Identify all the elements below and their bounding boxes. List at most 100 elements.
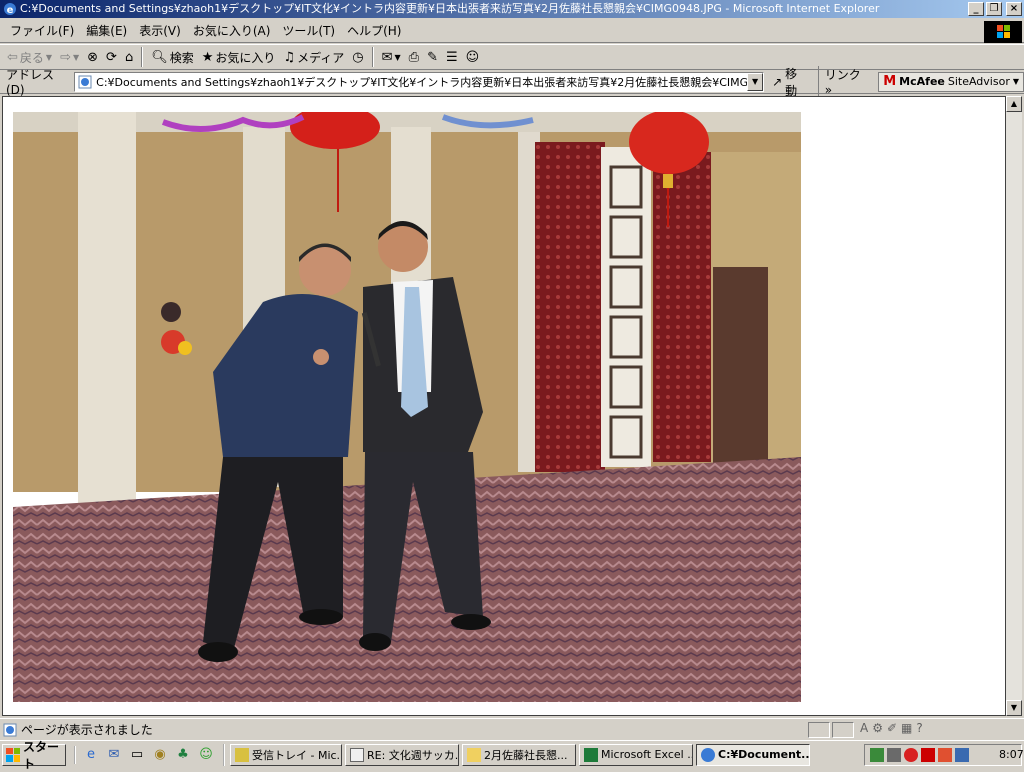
svg-text:e: e [7, 5, 14, 16]
security-icon[interactable] [904, 748, 918, 762]
desktop-quicklaunch-icon[interactable]: ▭ [128, 746, 146, 764]
messenger-quicklaunch-icon[interactable]: ☺ [197, 746, 215, 764]
go-label: 移動 [785, 66, 798, 98]
ie-page-icon [78, 75, 92, 88]
network-icon[interactable] [870, 748, 884, 762]
standard-toolbar: ⇦ 戻る ▼ ⇨ ▼ ⊗ ⟳ ⌂ 🔍︎ 検索 ★ お気に入り ♫ メディア ◷ … [0, 44, 1024, 70]
edit-button[interactable]: ✎ [424, 46, 441, 68]
task-label: C:¥Document... [718, 748, 810, 761]
edit-icon: ✎ [427, 49, 438, 65]
mail-button[interactable]: ✉ ▼ [379, 46, 404, 68]
discuss-button[interactable]: ☰ [443, 46, 461, 68]
ime-dictionary-icon: ✐ [886, 721, 898, 735]
status-text: ページが表示されました [21, 723, 153, 737]
favorites-label: お気に入り [215, 50, 276, 65]
chevron-down-icon: ▼ [45, 52, 53, 62]
title-bar: e C:¥Documents and Settings¥zhaoh1¥デスクトッ… [0, 0, 1024, 18]
chevron-down-icon: ▼ [1012, 77, 1019, 86]
status-pane [832, 722, 854, 738]
forward-button[interactable]: ⇨ ▼ [57, 46, 82, 68]
media-button[interactable]: ♫ メディア [280, 46, 347, 68]
display-icon[interactable] [955, 748, 969, 762]
menu-file[interactable]: ファイル(F) [4, 22, 80, 39]
window-controls: _ ❐ × [968, 2, 1022, 16]
tool-quicklaunch-icon[interactable]: ♣ [174, 746, 192, 764]
mcafee-brand: McAfee [899, 75, 945, 88]
links-button[interactable]: リンク » [817, 66, 870, 97]
history-icon: ◷ [352, 49, 364, 65]
toolbar-separator [141, 47, 144, 67]
back-arrow-icon: ⇦ [7, 49, 18, 65]
folder-icon [467, 747, 481, 762]
task-label: 2月佐藤社長懇... [484, 748, 568, 762]
system-tray: 8:07 [864, 744, 1024, 766]
window-title: C:¥Documents and Settings¥zhaoh1¥デスクトップ¥… [20, 2, 880, 15]
close-button[interactable]: × [1006, 2, 1022, 16]
quick-launch: e ✉ ▭ ◉ ♣ ☺ [74, 745, 215, 764]
toolbar-separator [371, 47, 374, 67]
search-button[interactable]: 🔍︎ 検索 [148, 46, 197, 68]
page-content [2, 96, 1006, 716]
ime-tool-icon: ⚙ [872, 721, 883, 735]
discuss-icon: ☰ [445, 49, 458, 65]
menu-favorites[interactable]: お気に入り(A) [187, 22, 277, 39]
stop-icon: ⊗ [87, 49, 99, 65]
back-button[interactable]: ⇦ 戻る ▼ [4, 46, 55, 68]
excel-icon [584, 747, 598, 762]
task-button-active[interactable]: C:¥Document... [696, 743, 810, 766]
home-button[interactable]: ⌂ [122, 46, 136, 68]
app-quicklaunch-icon[interactable]: ◉ [151, 746, 169, 764]
mcafee-tray-icon[interactable] [921, 748, 935, 762]
ime-pad-icon: ▦ [901, 721, 913, 735]
ime-help-icon: ? [916, 721, 923, 735]
menu-tools[interactable]: ツール(T) [276, 22, 341, 39]
stop-button[interactable]: ⊗ [84, 46, 101, 68]
home-icon: ⌂ [124, 49, 134, 65]
menu-help[interactable]: ヘルプ(H) [341, 22, 407, 39]
outlook-icon [235, 747, 249, 762]
task-button[interactable]: Microsoft Excel ... [579, 743, 693, 766]
menu-edit[interactable]: 編集(E) [80, 22, 133, 39]
address-value: C:¥Documents and Settings¥zhaoh1¥デスクトップ¥… [96, 75, 765, 89]
scroll-up-button[interactable]: ▲ [1006, 96, 1022, 112]
address-dropdown-button[interactable]: ▼ [747, 72, 764, 91]
minimize-button[interactable]: _ [968, 2, 984, 16]
clock[interactable]: 8:07 [999, 748, 1024, 762]
outlook-quicklaunch-icon[interactable]: ✉ [105, 746, 123, 764]
refresh-button[interactable]: ⟳ [103, 46, 120, 68]
mcafee-siteadvisor-button[interactable]: M McAfee SiteAdvisor ▼ [878, 71, 1024, 92]
print-icon: ⎙ [408, 49, 420, 65]
task-button[interactable]: 2月佐藤社長懇... [462, 743, 576, 766]
menu-view[interactable]: 表示(V) [133, 22, 187, 39]
history-button[interactable]: ◷ [349, 46, 366, 68]
address-input[interactable]: C:¥Documents and Settings¥zhaoh1¥デスクトップ¥… [74, 71, 765, 92]
ie-quicklaunch-icon[interactable]: e [82, 746, 100, 764]
task-list: 受信トレイ - Mic... RE: 文化週サッカ... 2月佐藤社長懇... … [223, 743, 810, 766]
address-bar: アドレス(D) C:¥Documents and Settings¥zhaoh1… [0, 66, 1024, 98]
start-label: スタート [23, 739, 60, 771]
mcafee-logo-icon: M [883, 74, 897, 89]
forward-arrow-icon: ⇨ [60, 49, 71, 65]
back-label: 戻る [19, 50, 44, 65]
address-label: アドレス(D) [6, 68, 55, 97]
messenger-button[interactable]: ☺ [463, 46, 483, 68]
go-button[interactable]: ↗ 移動 [772, 65, 808, 99]
photo-image[interactable] [13, 112, 801, 702]
pen-icon[interactable] [887, 748, 901, 762]
mail-icon: ✉ [381, 49, 393, 65]
status-panes [808, 722, 854, 738]
search-icon: 🔍︎ [151, 49, 168, 65]
start-button[interactable]: スタート [2, 740, 66, 771]
chevron-down-icon: ▼ [72, 52, 80, 62]
task-label: RE: 文化週サッカ... [367, 748, 459, 762]
scroll-down-button[interactable]: ▼ [1006, 700, 1022, 716]
restore-button[interactable]: ❐ [986, 2, 1002, 16]
antivirus-icon[interactable] [938, 748, 952, 762]
favorites-button[interactable]: ★ お気に入り [199, 46, 279, 68]
vertical-scrollbar[interactable]: ▲ ▼ [1006, 96, 1022, 716]
task-button[interactable]: 受信トレイ - Mic... [230, 743, 342, 766]
ime-language-bar[interactable]: A ⚙ ✐ ▦ ? [856, 716, 1024, 740]
task-button[interactable]: RE: 文化週サッカ... [345, 743, 459, 766]
ime-mode-icon: A [860, 721, 869, 735]
print-button[interactable]: ⎙ [406, 46, 422, 68]
